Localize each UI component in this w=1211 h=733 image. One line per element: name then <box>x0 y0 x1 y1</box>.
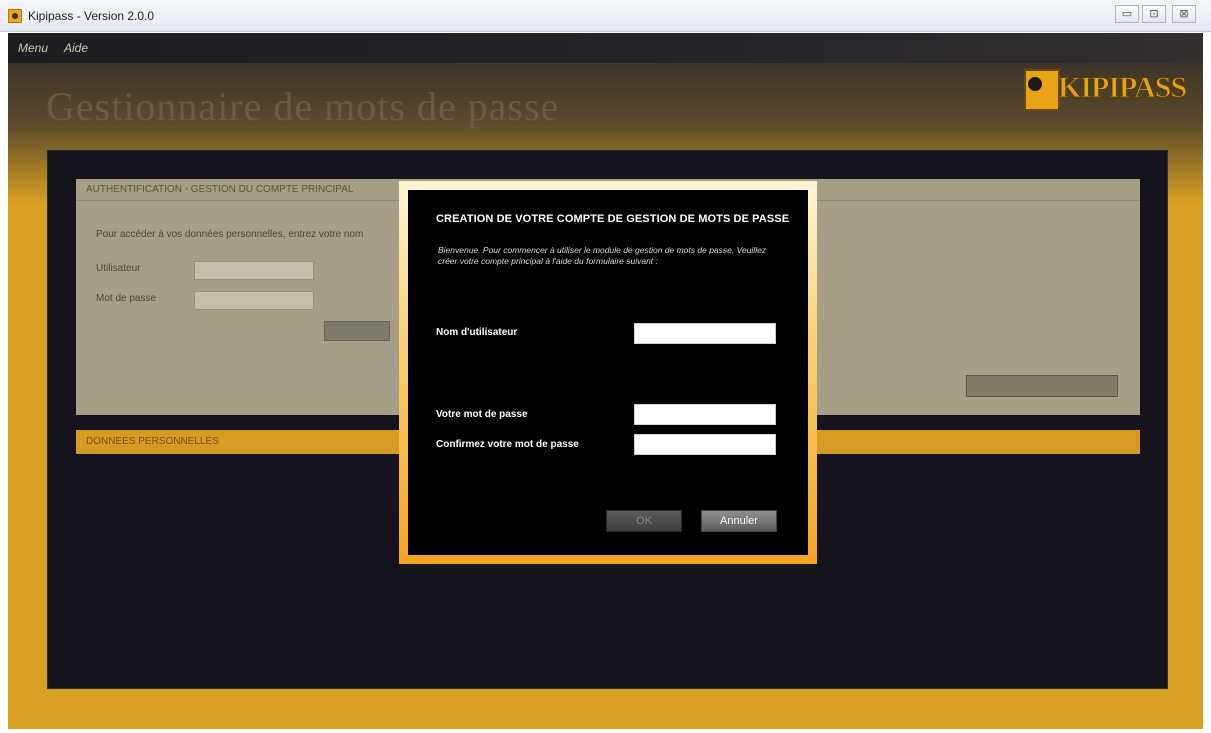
confirm-password-label: Confirmez votre mot de passe <box>436 439 579 450</box>
auth-login-button[interactable] <box>324 321 390 341</box>
close-button[interactable]: ⊠ <box>1172 5 1196 23</box>
username-input[interactable] <box>634 323 776 344</box>
logo-mark-icon <box>1024 69 1060 111</box>
window-title: Kipipass - Version 2.0.0 <box>28 9 155 23</box>
auth-section-title: AUTHENTIFICATION - GESTION DU COMPTE PRI… <box>86 184 354 195</box>
data-section-title: DONNEES PERSONNELLES <box>86 436 219 447</box>
menu-item-aide[interactable]: Aide <box>64 41 88 55</box>
page-title: Gestionnaire de mots de passe <box>46 84 560 129</box>
kipipass-logo: KIPIPASS <box>1024 57 1188 117</box>
logo-text: KIPIPASS <box>1057 71 1187 105</box>
cancel-button[interactable]: Annuler <box>701 510 777 532</box>
auth-username-label: Utilisateur <box>96 263 141 274</box>
password-label: Votre mot de passe <box>436 409 528 420</box>
dialog-intro-text: Bienvenue. Pour commencer à utiliser le … <box>438 245 767 266</box>
ok-button[interactable]: OK <box>606 510 682 532</box>
auth-password-label: Mot de passe <box>96 293 157 304</box>
auth-intro-text: Pour accéder à vos données personnelles,… <box>96 229 364 240</box>
create-account-dialog: CREATION DE VOTRE COMPTE DE GESTION DE M… <box>399 181 817 564</box>
confirm-password-input[interactable] <box>634 434 776 455</box>
app-icon <box>8 9 22 23</box>
menu-item-menu[interactable]: Menu <box>18 41 48 55</box>
logo-dot-icon <box>1028 77 1042 91</box>
password-input[interactable] <box>634 404 776 425</box>
auth-username-input[interactable] <box>194 261 314 280</box>
minimize-button[interactable]: ▭ <box>1115 5 1139 23</box>
create-account-button[interactable] <box>966 375 1118 397</box>
auth-password-input[interactable] <box>194 291 314 310</box>
dialog-body: CREATION DE VOTRE COMPTE DE GESTION DE M… <box>408 190 808 555</box>
maximize-button[interactable]: ⊡ <box>1142 5 1166 23</box>
dialog-title: CREATION DE VOTRE COMPTE DE GESTION DE M… <box>436 213 790 225</box>
username-label: Nom d'utilisateur <box>436 327 518 338</box>
window-titlebar: Kipipass - Version 2.0.0 ▭ ⊡ ⊠ <box>0 0 1211 32</box>
